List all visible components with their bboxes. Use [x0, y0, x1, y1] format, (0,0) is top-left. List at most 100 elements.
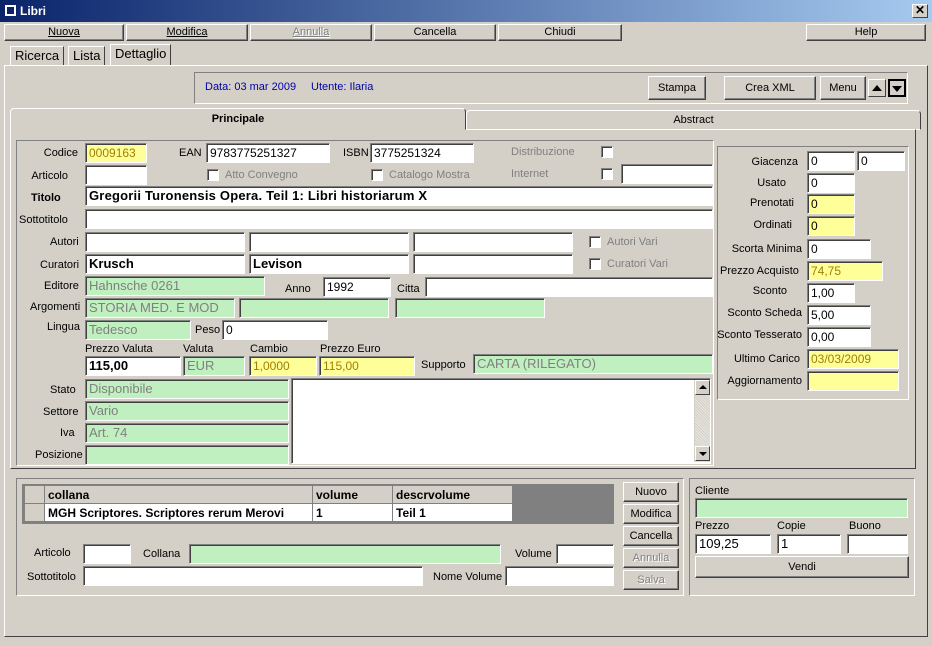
internet-field[interactable] [621, 164, 713, 184]
prezzo-field[interactable]: 109,25 [695, 534, 771, 554]
curatore-field-3[interactable] [413, 254, 573, 274]
distribuzione-checkbox[interactable] [601, 146, 613, 158]
vendi-button[interactable]: Vendi [695, 556, 909, 578]
stampa-button[interactable]: Stampa [648, 76, 706, 100]
collana-sottotitolo-field[interactable] [83, 566, 423, 586]
aggiornamento-field[interactable] [807, 371, 899, 391]
tab-dettaglio[interactable]: Dettaglio [110, 44, 172, 66]
user-label: Utente: Ilaria [311, 81, 374, 93]
argomento-field-1[interactable]: STORIA MED. E MOD [85, 298, 235, 318]
peso-field[interactable]: 0 [222, 320, 328, 340]
chiudi-button[interactable]: Chiudi [498, 24, 622, 41]
anno-field[interactable]: 1992 [323, 277, 391, 297]
menu-button[interactable]: Menu [820, 76, 866, 100]
stato-field[interactable]: Disponibile [85, 379, 289, 399]
scroll-down-icon[interactable] [888, 79, 906, 97]
prezzo-acquisto-field[interactable]: 74,75 [807, 261, 883, 281]
note-textarea[interactable] [291, 378, 711, 464]
tab-principale[interactable]: Principale [10, 108, 466, 130]
collana-modifica-button[interactable]: Modifica [623, 504, 679, 524]
scorta-minima-field[interactable]: 0 [807, 239, 871, 259]
nome-volume-field[interactable] [505, 566, 614, 586]
prezzo-euro-label: Prezzo Euro [320, 343, 381, 355]
column-header[interactable]: descrvolume [392, 485, 513, 504]
modifica-button[interactable]: Modifica [126, 24, 248, 41]
collana-cancella-button[interactable]: Cancella [623, 526, 679, 546]
aggiornamento-label: Aggiornamento [727, 375, 802, 387]
valuta-field[interactable]: EUR [183, 356, 245, 376]
ultimo-carico-field[interactable]: 03/03/2009 [807, 349, 899, 369]
posizione-field[interactable] [85, 445, 289, 465]
autore-field-2[interactable] [249, 232, 409, 252]
isbn-field[interactable]: 3775251324 [370, 143, 474, 163]
tab-lista[interactable]: Lista [68, 46, 106, 66]
sconto-scheda-field[interactable]: 5,00 [807, 305, 871, 325]
copie-field[interactable]: 1 [777, 534, 841, 554]
atto-convegno-checkbox[interactable] [207, 169, 219, 181]
scroll-down-icon[interactable] [695, 446, 710, 461]
argomento-field-2[interactable] [239, 298, 389, 318]
giacenza-field-1[interactable]: 0 [807, 151, 855, 171]
curatore-field-2[interactable]: Levison [249, 254, 409, 274]
sottotitolo-label: Sottotitolo [19, 214, 68, 226]
column-header[interactable]: collana [44, 485, 313, 504]
collana-salva-button[interactable]: Salva [623, 570, 679, 590]
prenotati-label: Prenotati [749, 197, 794, 209]
cliente-field[interactable] [695, 498, 908, 518]
tab-abstract[interactable]: Abstract [466, 110, 921, 130]
close-icon[interactable]: ✕ [912, 4, 928, 18]
cambio-field[interactable]: 1,0000 [249, 356, 317, 376]
collana-annulla-button[interactable]: Annulla [623, 548, 679, 568]
volume-field[interactable] [556, 544, 614, 564]
table-row[interactable]: MGH Scriptores. Scriptores rerum Merovi … [24, 503, 513, 522]
ean-field[interactable]: 9783775251327 [206, 143, 330, 163]
nuova-button[interactable]: Nuova [4, 24, 124, 41]
usato-field[interactable]: 0 [807, 173, 855, 193]
giacenza-field-2[interactable]: 0 [857, 151, 905, 171]
prezzo-euro-field[interactable]: 115,00 [319, 356, 415, 376]
collana-nuovo-button[interactable]: Nuovo [623, 482, 679, 502]
collana-sottotitolo-label: Sottotitolo [27, 571, 76, 583]
curatore-field-1[interactable]: Krusch [85, 254, 245, 274]
row-selector[interactable] [24, 503, 45, 522]
annulla-button[interactable]: Annulla [250, 24, 372, 41]
supporto-field[interactable]: CARTA (RILEGATO) [473, 354, 713, 374]
autori-vari-checkbox[interactable] [589, 236, 601, 248]
tab-ricerca[interactable]: Ricerca [10, 46, 65, 66]
internet-checkbox[interactable] [601, 168, 613, 180]
catalogo-mostra-checkbox[interactable] [371, 169, 383, 181]
help-button[interactable]: Help [806, 24, 926, 41]
collana-table[interactable]: collana volume descrvolume MGH Scriptore… [24, 485, 513, 522]
titolo-label: Titolo [31, 192, 61, 204]
lingua-field[interactable]: Tedesco [85, 320, 191, 340]
codice-field[interactable]: 0009163 [85, 143, 147, 163]
buono-field[interactable] [847, 534, 908, 554]
prezzo-valuta-field[interactable]: 115,00 [85, 356, 181, 376]
settore-field[interactable]: Vario [85, 401, 289, 421]
scroll-up-icon[interactable] [868, 79, 886, 97]
autore-field-1[interactable] [85, 232, 245, 252]
date-label: Data: 03 mar 2009 [205, 81, 297, 93]
argomento-field-3[interactable] [395, 298, 545, 318]
ordinati-field[interactable]: 0 [807, 216, 855, 236]
editore-field[interactable]: Hahnsche 0261 [85, 276, 265, 296]
titolo-field[interactable]: Gregorii Turonensis Opera. Teil 1: Libri… [85, 186, 713, 206]
scroll-up-icon[interactable] [695, 380, 710, 395]
table-header-row: collana volume descrvolume [24, 485, 513, 504]
prenotati-field[interactable]: 0 [807, 194, 855, 214]
crea-xml-button[interactable]: Crea XML [724, 76, 816, 100]
cancella-button[interactable]: Cancella [374, 24, 496, 41]
sconto-field[interactable]: 1,00 [807, 283, 855, 303]
collana-articolo-field[interactable] [83, 544, 131, 564]
sconto-tesserato-field[interactable]: 0,00 [807, 327, 871, 347]
peso-label: Peso [195, 324, 221, 336]
curatori-vari-checkbox[interactable] [589, 258, 601, 270]
citta-field[interactable] [425, 277, 713, 297]
collana-field[interactable] [189, 544, 501, 564]
sottotitolo-field[interactable] [85, 209, 713, 229]
articolo-field[interactable] [85, 165, 147, 185]
note-scrollbar[interactable] [694, 380, 710, 462]
column-header[interactable]: volume [312, 485, 393, 504]
iva-field[interactable]: Art. 74 [85, 423, 289, 443]
autore-field-3[interactable] [413, 232, 573, 252]
